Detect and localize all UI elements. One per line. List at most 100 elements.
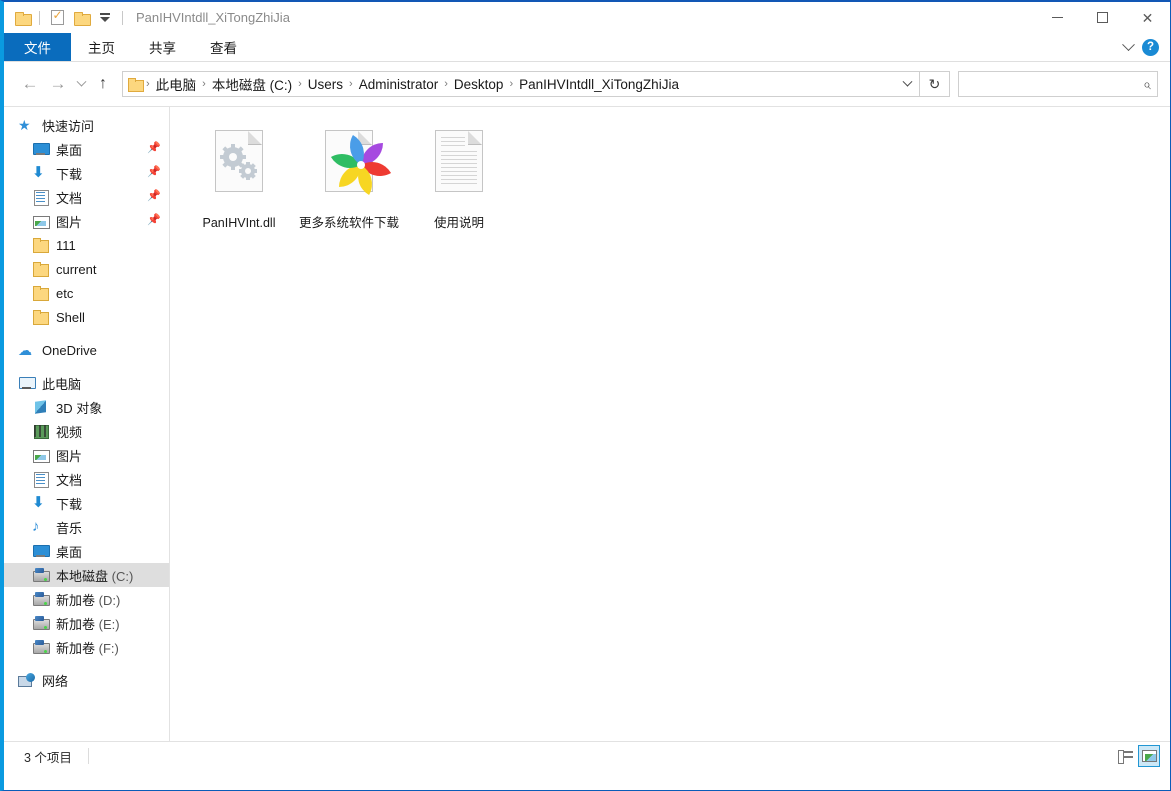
customize-dropdown-icon[interactable] — [95, 8, 115, 28]
sidebar-item-volume-e[interactable]: 新加卷 (E:) — [4, 611, 169, 635]
text-document-icon — [424, 127, 494, 211]
computer-icon — [18, 375, 36, 391]
sidebar-item-volume-f[interactable]: 新加卷 (F:) — [4, 635, 169, 659]
desktop-icon — [32, 141, 50, 157]
breadcrumb-separator: › — [298, 78, 302, 90]
sidebar-item-pictures-pc[interactable]: 图片 — [4, 443, 169, 467]
tab-home[interactable]: 主页 — [71, 33, 132, 61]
drive-name: 新加卷 — [56, 592, 96, 608]
download-icon: ⬇ — [32, 164, 45, 181]
sidebar-item-current[interactable]: current — [4, 257, 169, 281]
new-folder-icon[interactable] — [71, 8, 91, 28]
pin-icon[interactable]: 📌 — [147, 191, 161, 202]
sidebar-item-desktop-pc[interactable]: 桌面 — [4, 539, 169, 563]
breadcrumb-item-users[interactable]: Users — [304, 77, 347, 92]
large-icons-view-button[interactable] — [1138, 745, 1160, 767]
drive-letter: (E:) — [95, 616, 120, 632]
sidebar-item-label: 图片 — [56, 214, 83, 230]
breadcrumb-item-local-disk[interactable]: 本地磁盘 (C:) — [208, 74, 296, 94]
navigation-pane: ★ 快速访问 桌面 📌 ⬇ 下载 📌 文档 📌 图片 📌 111 current… — [4, 107, 170, 741]
file-item[interactable]: 更多系统软件下载 — [296, 121, 402, 235]
help-icon[interactable]: ? — [1142, 38, 1159, 56]
breadcrumb-separator: › — [444, 78, 448, 90]
sidebar-item-this-pc[interactable]: 此电脑 — [4, 371, 169, 395]
recent-locations-icon[interactable] — [72, 70, 90, 98]
search-icon: ⌕ — [1143, 75, 1151, 92]
folder-icon[interactable] — [12, 8, 32, 28]
desktop-icon — [32, 543, 50, 559]
properties-icon[interactable] — [47, 8, 67, 28]
drive-icon — [32, 567, 50, 583]
drive-letter: (D:) — [95, 592, 121, 608]
back-button[interactable]: ← — [16, 70, 44, 98]
close-button[interactable]: ✕ — [1125, 2, 1170, 33]
file-item[interactable]: PanIHVInt.dll — [186, 121, 292, 235]
sidebar-item-pictures[interactable]: 图片 📌 — [4, 209, 169, 233]
address-dropdown-icon[interactable] — [895, 72, 919, 96]
file-name: 使用说明 — [433, 216, 484, 230]
quick-access-toolbar — [4, 2, 126, 33]
sidebar-item-music[interactable]: ♪ 音乐 — [4, 515, 169, 539]
title-bar: PanIHVIntdll_XiTongZhiJia ✕ — [4, 2, 1170, 33]
breadcrumb-item-desktop[interactable]: Desktop — [450, 77, 508, 92]
pin-icon[interactable]: 📌 — [147, 215, 161, 226]
tab-share[interactable]: 共享 — [132, 33, 193, 61]
chevron-down-icon[interactable] — [1122, 37, 1135, 51]
sidebar-item-label: 文档 — [56, 472, 83, 488]
cube-icon — [32, 399, 49, 415]
sidebar-item-3d-objects[interactable]: 3D 对象 — [4, 395, 169, 419]
file-list-pane[interactable]: PanIHVInt.dll 更多系统软件下载 使用说明 — [170, 107, 1170, 741]
breadcrumb-item-this-pc[interactable]: 此电脑 — [152, 74, 201, 94]
file-explorer-window: PanIHVIntdll_XiTongZhiJia ✕ 文件 主页 共享 查看 … — [0, 0, 1171, 791]
sidebar-item-desktop[interactable]: 桌面 📌 — [4, 137, 169, 161]
tab-file[interactable]: 文件 — [4, 33, 71, 61]
up-button[interactable]: ↑ — [90, 70, 116, 98]
sidebar-item-documents[interactable]: 文档 📌 — [4, 185, 169, 209]
sidebar-item-label: OneDrive — [42, 342, 97, 358]
sidebar-item-downloads-pc[interactable]: ⬇ 下载 — [4, 491, 169, 515]
tab-view[interactable]: 查看 — [193, 33, 254, 61]
maximize-button[interactable] — [1080, 2, 1125, 33]
breadcrumb-separator: › — [146, 78, 150, 90]
drive-name: 本地磁盘 — [56, 568, 109, 584]
pin-icon[interactable]: 📌 — [147, 143, 161, 154]
pinwheel-browser-icon — [314, 127, 392, 211]
drive-icon — [32, 615, 50, 631]
address-field[interactable]: › 此电脑 › 本地磁盘 (C:) › Users › Administrato… — [122, 71, 920, 97]
sidebar-item-onedrive[interactable]: ☁ OneDrive — [4, 338, 169, 362]
sidebar-item-label: 音乐 — [56, 520, 83, 536]
sidebar-item-quick-access[interactable]: ★ 快速访问 — [4, 113, 169, 137]
sidebar-item-shell[interactable]: Shell — [4, 305, 169, 329]
sidebar-item-local-disk-c[interactable]: 本地磁盘 (C:) — [4, 563, 169, 587]
breadcrumb-item-administrator[interactable]: Administrator — [355, 77, 443, 92]
qat-separator-1 — [39, 10, 40, 25]
forward-button[interactable]: → — [44, 70, 72, 98]
sidebar-item-volume-d[interactable]: 新加卷 (D:) — [4, 587, 169, 611]
drive-letter: (F:) — [95, 640, 119, 656]
sidebar-item-111[interactable]: 111 — [4, 233, 169, 257]
breadcrumb-local-disk-letter: (C:) — [265, 78, 293, 93]
status-separator — [87, 748, 89, 764]
sidebar-item-label: 新加卷 (D:) — [56, 590, 120, 609]
drive-name: 新加卷 — [56, 640, 96, 656]
breadcrumb-item-current-folder[interactable]: PanIHVIntdll_XiTongZhiJia — [515, 77, 683, 92]
sidebar-item-label: 此电脑 — [42, 376, 82, 392]
minimize-button[interactable] — [1035, 2, 1080, 33]
sidebar-item-network[interactable]: 网络 — [4, 668, 169, 692]
search-input[interactable] — [965, 76, 1144, 92]
file-tiles: PanIHVInt.dll 更多系统软件下载 使用说明 — [184, 121, 1170, 235]
breadcrumb-local-disk-label: 本地磁盘 — [211, 78, 266, 93]
details-view-button[interactable] — [1114, 745, 1136, 767]
pin-icon[interactable]: 📌 — [147, 167, 161, 178]
star-icon: ★ — [18, 117, 31, 133]
sidebar-item-label: 图片 — [56, 448, 83, 464]
refresh-button[interactable]: ↻ — [920, 71, 950, 97]
sidebar-item-downloads[interactable]: ⬇ 下载 📌 — [4, 161, 169, 185]
sidebar-item-documents-pc[interactable]: 文档 — [4, 467, 169, 491]
search-box[interactable]: ⌕ — [958, 71, 1158, 97]
sidebar-item-videos[interactable]: 视频 — [4, 419, 169, 443]
sidebar-item-etc[interactable]: etc — [4, 281, 169, 305]
file-item[interactable]: 使用说明 — [406, 121, 512, 235]
